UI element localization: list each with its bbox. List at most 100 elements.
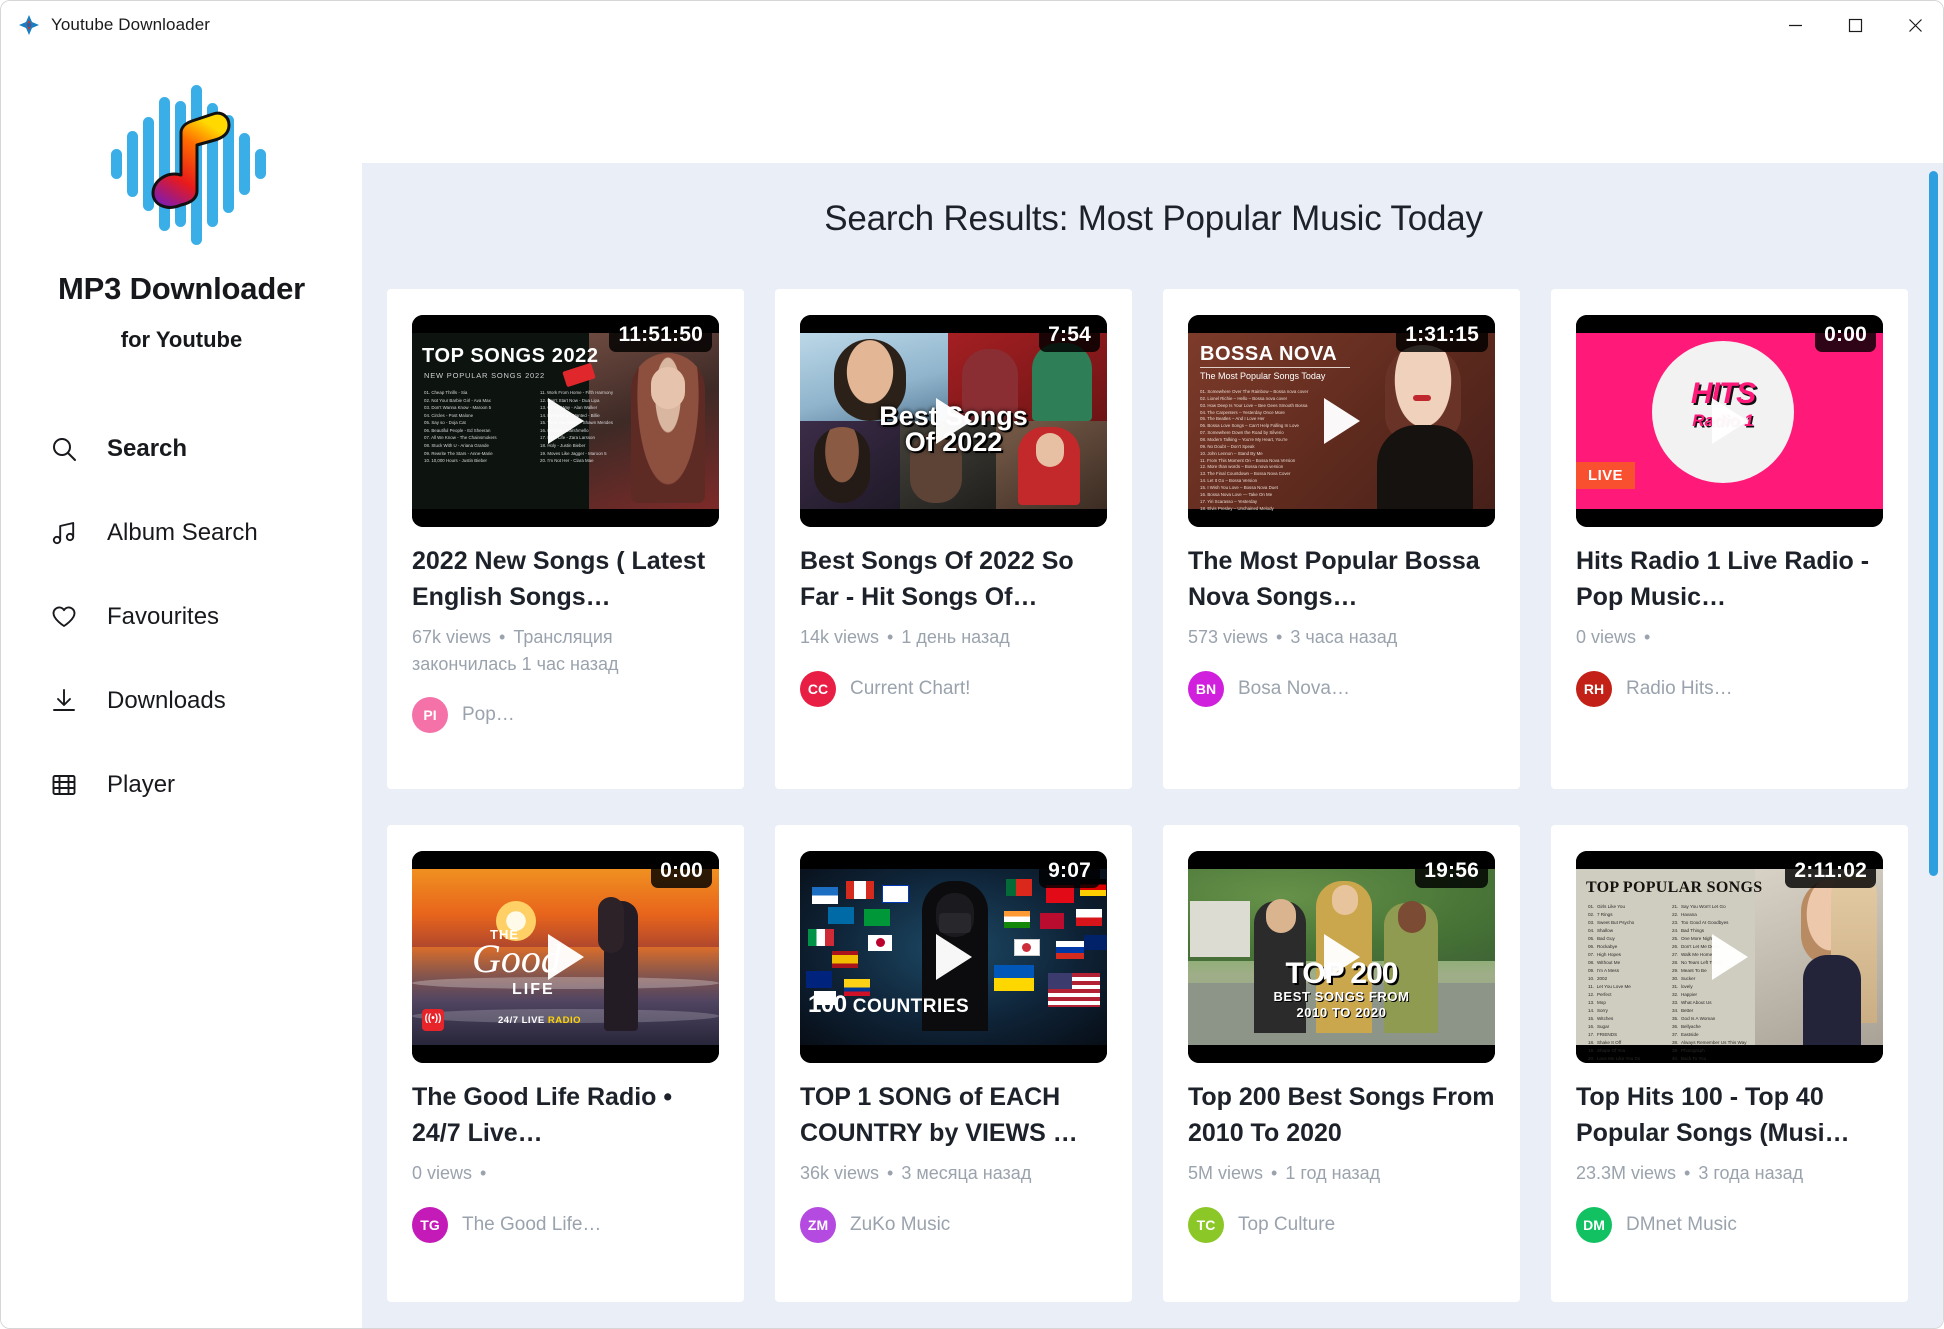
sidebar-item-search[interactable]: Search — [1, 407, 362, 491]
meta-separator: • — [1684, 1163, 1691, 1183]
video-meta: 573 views • 3 часа назад — [1188, 624, 1495, 651]
scrollbar-thumb[interactable] — [1929, 171, 1938, 876]
sidebar-item-album-search[interactable]: Album Search — [1, 491, 362, 575]
duration-badge: 11:51:50 — [609, 320, 712, 352]
play-icon — [1323, 934, 1360, 980]
title-bar: Youtube Downloader — [1, 1, 1943, 49]
window-title: Youtube Downloader — [51, 15, 211, 34]
sidebar-item-label: Album Search — [107, 519, 258, 546]
results-grid: TOP SONGS 2022 NEW POPULAR SONGS 2022 01… — [362, 239, 1943, 1302]
window-controls — [1765, 1, 1943, 49]
sidebar-item-label: Downloads — [107, 687, 226, 714]
channel-name: ZuKo Music — [850, 1213, 951, 1235]
view-count: 23.3M views — [1576, 1163, 1677, 1183]
video-thumbnail[interactable]: BOSSA NOVA The Most Popular Songs Today … — [1188, 315, 1495, 527]
app-diamond-icon — [18, 14, 40, 36]
video-thumbnail[interactable]: THE Good LIFE 24/7 LIVE RADIO ((•)) 0:00 — [412, 851, 719, 1063]
video-title: Top 200 Best Songs From 2010 To 2020 — [1188, 1083, 1495, 1148]
sidebar: MP3 Downloader for Youtube Search Album … — [1, 49, 362, 1328]
sidebar-item-player[interactable]: Player — [1, 743, 362, 827]
video-card[interactable]: THE Good LIFE 24/7 LIVE RADIO ((•)) 0:00… — [387, 825, 744, 1302]
video-thumbnail[interactable]: TOP 200 BEST SONGS FROM 2010 TO 2020 19:5… — [1188, 851, 1495, 1063]
sidebar-item-label: Favourites — [107, 603, 220, 630]
video-card[interactable]: TOP 200 BEST SONGS FROM 2010 TO 2020 19:5… — [1163, 825, 1520, 1302]
duration-badge: 0:00 — [1815, 320, 1876, 352]
title-bar-left: Youtube Downloader — [1, 14, 210, 36]
equalizer-music-note-logo — [89, 81, 275, 249]
vertical-scrollbar[interactable] — [1925, 163, 1941, 1328]
play-icon — [547, 398, 584, 444]
channel-row[interactable]: TC Top Culture — [1188, 1206, 1495, 1243]
published-time: 3 месяца назад — [901, 1163, 1032, 1183]
channel-row[interactable]: CC Current Chart! — [800, 670, 1107, 707]
channel-row[interactable]: PI Pop… — [412, 697, 719, 734]
play-icon — [547, 934, 584, 980]
meta-separator: • — [887, 1163, 894, 1183]
video-meta: 5M views • 1 год назад — [1188, 1160, 1495, 1187]
video-card[interactable]: BOSSA NOVA The Most Popular Songs Today … — [1163, 289, 1520, 789]
play-icon — [1711, 934, 1748, 980]
video-title: Hits Radio 1 Live Radio - Pop Music… — [1576, 547, 1870, 612]
meta-separator: • — [1271, 1163, 1278, 1183]
logo-container — [1, 81, 362, 249]
brand-subtitle: for Youtube — [120, 327, 243, 352]
view-count: 0 views — [412, 1163, 473, 1183]
video-thumbnail[interactable]: TOP POPULAR SONGS 01. Girls Like You 02. … — [1576, 851, 1883, 1063]
sidebar-item-downloads[interactable]: Downloads — [1, 659, 362, 743]
video-thumbnail[interactable]: TOP SONGS 2022 NEW POPULAR SONGS 2022 01… — [412, 315, 719, 527]
heart-icon — [49, 602, 79, 632]
channel-row[interactable]: RH Radio Hits… — [1576, 670, 1883, 707]
view-count: 0 views — [1576, 627, 1637, 647]
video-title: TOP 1 SONG of EACH COUNTRY by VIEWS … — [800, 1083, 1078, 1148]
maximize-button[interactable] — [1825, 1, 1885, 49]
channel-row[interactable]: DM DMnet Music — [1576, 1206, 1883, 1243]
duration-badge: 19:56 — [1415, 856, 1488, 888]
video-title: Top Hits 100 - Top 40 Popular Songs (Mus… — [1576, 1083, 1850, 1148]
video-thumbnail[interactable]: HITS Radio 1 LIVE 0:00 — [1576, 315, 1883, 527]
channel-name: Radio Hits… — [1626, 677, 1733, 699]
minimize-button[interactable] — [1765, 1, 1825, 49]
channel-name: Pop… — [462, 704, 515, 726]
sidebar-item-favourites[interactable]: Favourites — [1, 575, 362, 659]
video-card[interactable]: Best Songs Of 2022 7:54 Best Songs Of 202… — [775, 289, 1132, 789]
video-title: Best Songs Of 2022 So Far - Hit Songs Of… — [800, 547, 1074, 612]
video-meta: 0 views • — [412, 1160, 719, 1187]
video-thumbnail[interactable]: Best Songs Of 2022 7:54 — [800, 315, 1107, 527]
avatar: DM — [1576, 1206, 1612, 1243]
view-count: 573 views — [1188, 627, 1269, 647]
download-icon — [49, 686, 79, 716]
close-button[interactable] — [1885, 1, 1943, 49]
meta-separator: • — [1276, 627, 1283, 647]
published-time: 3 часа назад — [1290, 627, 1398, 647]
video-card[interactable]: 100 COUNTRIES 9:07 TOP 1 SONG of EACH CO… — [775, 825, 1132, 1302]
film-strip-icon — [49, 770, 79, 800]
channel-row[interactable]: BN Bosa Nova… — [1188, 670, 1495, 707]
video-thumbnail[interactable]: 100 COUNTRIES 9:07 — [800, 851, 1107, 1063]
video-meta: 67k views • Трансляция закончилась 1 час н… — [412, 624, 719, 677]
page-title: Search Results: Most Popular Music Today — [824, 199, 1483, 238]
video-meta: 0 views • — [1576, 624, 1883, 651]
channel-name: Current Chart! — [850, 677, 971, 699]
channel-row[interactable]: TG The Good Life… — [412, 1206, 719, 1243]
published-time: 1 день назад — [901, 627, 1010, 647]
channel-row[interactable]: ZM ZuKo Music — [800, 1206, 1107, 1243]
meta-separator: • — [1644, 627, 1651, 647]
avatar: CC — [800, 670, 836, 707]
channel-name: Bosa Nova… — [1238, 677, 1350, 699]
meta-separator: • — [499, 627, 506, 647]
video-meta: 23.3M views • 3 года назад — [1576, 1160, 1883, 1187]
video-card[interactable]: TOP SONGS 2022 NEW POPULAR SONGS 2022 01… — [387, 289, 744, 789]
video-card[interactable]: TOP POPULAR SONGS 01. Girls Like You 02. … — [1551, 825, 1908, 1302]
avatar: RH — [1576, 670, 1612, 707]
channel-name: The Good Life… — [462, 1213, 602, 1235]
published-time: 3 года назад — [1698, 1163, 1804, 1183]
avatar: TC — [1188, 1206, 1224, 1243]
play-icon — [1711, 398, 1748, 444]
published-time: 1 год назад — [1285, 1163, 1381, 1183]
sidebar-nav: Search Album Search Favourites Downloads… — [1, 407, 362, 827]
results-panel: Search Results: Most Popular Music Today… — [362, 163, 1943, 1328]
search-icon — [49, 434, 79, 464]
video-card[interactable]: HITS Radio 1 LIVE 0:00 Hits Radio 1 Live… — [1551, 289, 1908, 789]
top-bar — [362, 49, 1943, 163]
sidebar-item-label: Search — [107, 435, 188, 462]
